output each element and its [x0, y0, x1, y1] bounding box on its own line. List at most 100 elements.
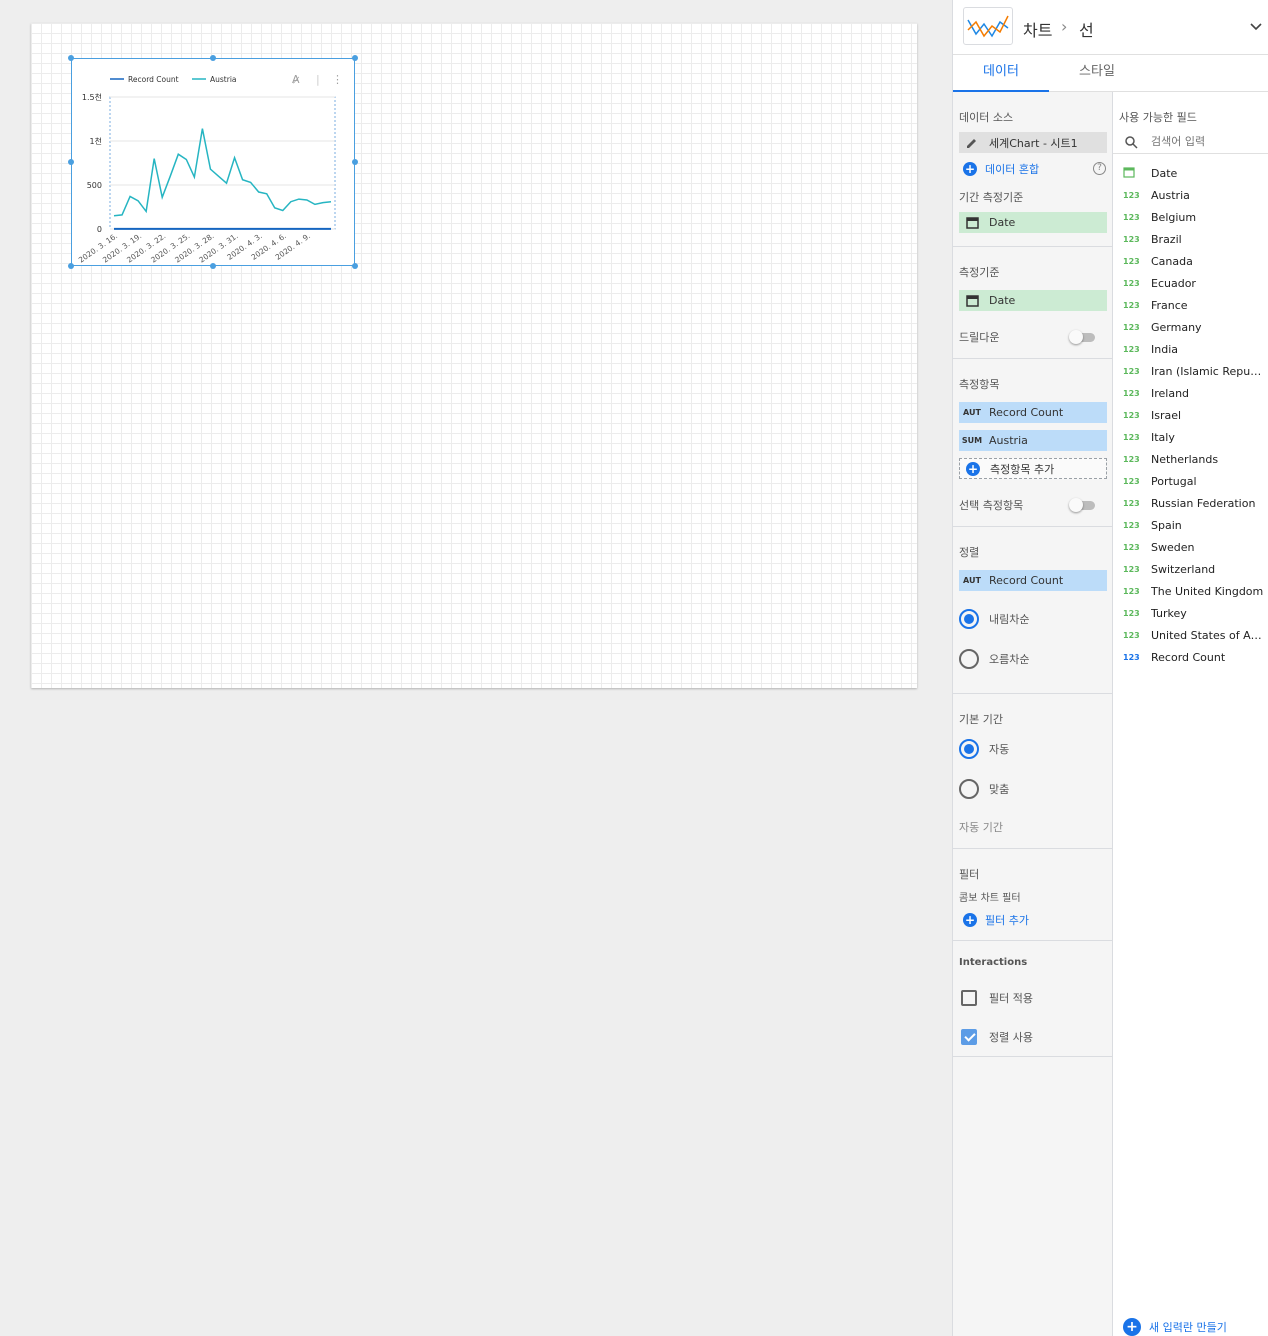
- legend-label[interactable]: Record Count: [128, 75, 179, 84]
- number-type-icon: 123: [1123, 520, 1140, 530]
- sort-field-name: Record Count: [989, 574, 1064, 587]
- field-item[interactable]: 123 Portugal: [1123, 470, 1268, 492]
- field-item[interactable]: 123 Ireland: [1123, 382, 1268, 404]
- field-item[interactable]: 123 Austria: [1123, 184, 1268, 206]
- blend-data-label: 데이터 혼합: [985, 163, 1040, 176]
- sort-descending-radio[interactable]: 내림차순: [959, 609, 1029, 629]
- line-chart-component[interactable]: A̷ | ⋮ 0 500 1천 1.5천 2020. 3. 16. 2020. 3. 19…: [71, 58, 355, 266]
- range-auto-radio[interactable]: 자동: [959, 739, 1009, 759]
- metric-name: Record Count: [989, 406, 1064, 419]
- field-item[interactable]: 123 Russian Federation: [1123, 492, 1268, 514]
- add-icon: +: [963, 162, 977, 176]
- breadcrumb-chart[interactable]: 차트: [1023, 17, 1052, 41]
- field-name: Switzerland: [1151, 562, 1216, 576]
- add-icon: +: [1123, 1318, 1141, 1336]
- metric-chip-austria[interactable]: SUM Austria: [959, 430, 1107, 451]
- divider: [953, 848, 1112, 849]
- edit-icon[interactable]: [959, 132, 985, 153]
- field-item[interactable]: 123 Ecuador: [1123, 272, 1268, 294]
- resize-handle-r[interactable]: [352, 159, 358, 165]
- field-item[interactable]: 123 Spain: [1123, 514, 1268, 536]
- add-filter-link[interactable]: + 필터 추가: [963, 912, 1029, 928]
- y-tick-label: 1천: [90, 136, 102, 146]
- add-metric-button[interactable]: + 측정항목 추가: [959, 458, 1107, 479]
- tab-style[interactable]: 스타일: [1049, 55, 1145, 92]
- number-type-icon: 123: [1123, 366, 1140, 376]
- field-item-record-count[interactable]: 123 Record Count: [1123, 646, 1268, 668]
- number-type-icon: 123: [1123, 432, 1140, 442]
- field-item[interactable]: 123 France: [1123, 294, 1268, 316]
- legend-label[interactable]: Austria: [210, 75, 237, 84]
- divider: [953, 358, 1112, 359]
- divider: [953, 1056, 1112, 1057]
- blend-data-link[interactable]: + 데이터 혼합: [963, 161, 1039, 177]
- calendar-icon: [959, 290, 985, 311]
- properties-panel: 차트 › 선 데이터 스타일 데이터 소스 세계Chart - 시트1 + 데이…: [952, 0, 1268, 1336]
- resize-handle-tl[interactable]: [68, 55, 74, 61]
- field-item[interactable]: 123 United States of America: [1123, 624, 1268, 646]
- resize-handle-tr[interactable]: [352, 55, 358, 61]
- field-name: The United Kingdom: [1151, 584, 1264, 598]
- metric-chip-record-count[interactable]: AUT Record Count: [959, 402, 1107, 423]
- field-item[interactable]: 123 Switzerland: [1123, 558, 1268, 580]
- enable-sort-checkbox[interactable]: 정렬 사용: [961, 1029, 1033, 1045]
- sort-ascending-radio[interactable]: 오름차순: [959, 649, 1029, 669]
- chart-type-icon[interactable]: [963, 7, 1013, 45]
- metric-name: Austria: [989, 434, 1028, 447]
- field-item[interactable]: 123 Netherlands: [1123, 448, 1268, 470]
- date-range-dimension-chip[interactable]: Date: [959, 212, 1107, 233]
- field-item-date[interactable]: Date: [1123, 162, 1268, 184]
- breadcrumb-separator: ›: [1061, 17, 1068, 36]
- aggregation-badge[interactable]: SUM: [959, 430, 985, 451]
- add-filter-label: 필터 추가: [985, 914, 1029, 927]
- aggregation-badge[interactable]: AUT: [959, 402, 985, 423]
- field-item[interactable]: 123 The United Kingdom: [1123, 580, 1268, 602]
- number-type-icon: 123: [1123, 322, 1140, 332]
- aggregation-badge[interactable]: AUT: [959, 570, 985, 591]
- range-custom-radio[interactable]: 맞춤: [959, 779, 1009, 799]
- line-chart: 05001천1.5천2020. 3. 16.2020. 3. 19.2020. …: [77, 75, 336, 265]
- field-item[interactable]: 123 Belgium: [1123, 206, 1268, 228]
- dimension-chip[interactable]: Date: [959, 290, 1107, 311]
- resize-handle-l[interactable]: [68, 159, 74, 165]
- y-tick-label: 500: [87, 181, 102, 190]
- number-type-icon: 123: [1123, 454, 1140, 464]
- tab-data[interactable]: 데이터: [953, 55, 1049, 92]
- report-canvas[interactable]: A̷ | ⋮ 0 500 1천 1.5천 2020. 3. 16. 2020. 3. 19…: [31, 23, 917, 688]
- resize-handle-bl[interactable]: [68, 263, 74, 269]
- field-name: Turkey: [1151, 606, 1187, 620]
- sort-field-chip[interactable]: AUT Record Count: [959, 570, 1107, 591]
- field-search-input[interactable]: [1149, 132, 1265, 150]
- create-field-label: 새 입력란 만들기: [1149, 1321, 1227, 1334]
- divider: [953, 693, 1112, 694]
- field-item[interactable]: 123 Germany: [1123, 316, 1268, 338]
- field-item[interactable]: 123 Sweden: [1123, 536, 1268, 558]
- field-item[interactable]: 123 Italy: [1123, 426, 1268, 448]
- number-type-icon: 123: [1123, 630, 1140, 640]
- breadcrumb-line[interactable]: 선: [1079, 17, 1094, 41]
- field-search-box[interactable]: [1113, 130, 1268, 154]
- resize-handle-b[interactable]: [210, 263, 216, 269]
- create-field-link[interactable]: + 새 입력란 만들기: [1123, 1318, 1227, 1336]
- chevron-down-icon[interactable]: [1249, 20, 1263, 34]
- field-item[interactable]: 123 Turkey: [1123, 602, 1268, 624]
- number-type-icon: 123: [1123, 542, 1140, 552]
- resize-handle-br[interactable]: [352, 263, 358, 269]
- field-name: Italy: [1151, 430, 1175, 444]
- field-item[interactable]: 123 India: [1123, 338, 1268, 360]
- field-item[interactable]: 123 Canada: [1123, 250, 1268, 272]
- apply-filter-checkbox[interactable]: 필터 적용: [961, 990, 1033, 1006]
- add-icon: +: [966, 461, 980, 476]
- data-source-chip[interactable]: 세계Chart - 시트1: [959, 132, 1107, 153]
- field-item[interactable]: 123 Israel: [1123, 404, 1268, 426]
- field-item[interactable]: 123 Brazil: [1123, 228, 1268, 250]
- field-item[interactable]: 123 Iran (Islamic Republic of): [1123, 360, 1268, 382]
- field-name: Belgium: [1151, 210, 1197, 224]
- help-icon[interactable]: ?: [1093, 162, 1106, 175]
- available-fields-title: 사용 가능한 필드: [1119, 111, 1197, 124]
- resize-handle-t[interactable]: [210, 55, 216, 61]
- number-type-icon: 123: [1123, 234, 1140, 244]
- optional-metrics-toggle[interactable]: [1069, 498, 1095, 512]
- divider: [953, 246, 1112, 247]
- drilldown-toggle[interactable]: [1069, 330, 1095, 344]
